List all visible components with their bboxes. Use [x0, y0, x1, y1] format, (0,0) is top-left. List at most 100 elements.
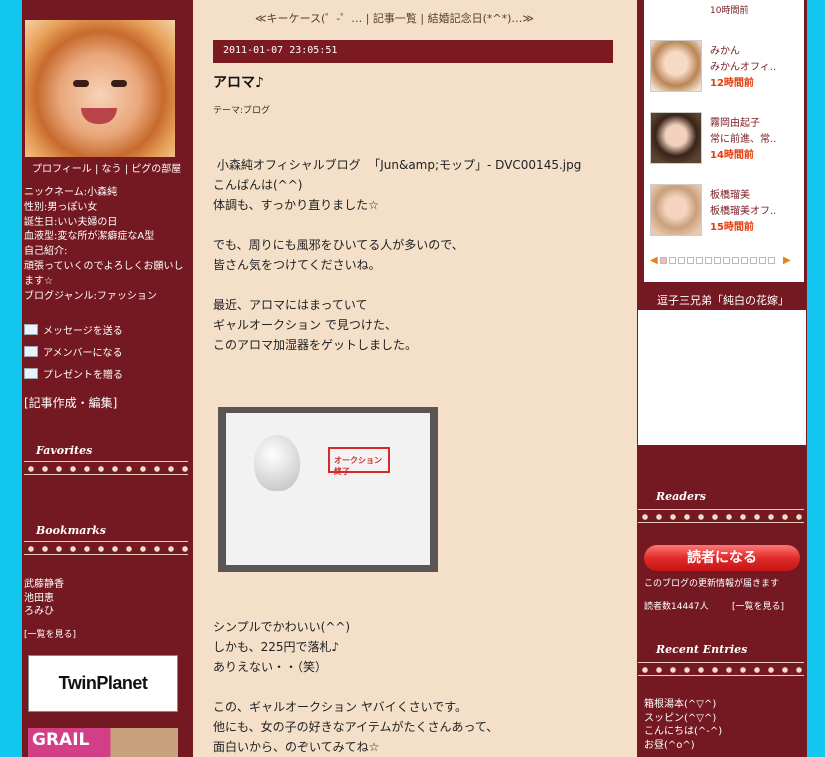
pager-dot[interactable] — [732, 256, 739, 264]
friends-pager: ◀ ▶ — [650, 253, 800, 267]
become-member-label: アメンバーになる — [43, 347, 123, 359]
friend-text: 板橋瑠美オフ.. — [710, 206, 777, 217]
post-navigation[interactable]: ≪キーケース(゜-゜… | 記事一覧 | 結婚記念日(*^*)…≫ — [255, 10, 534, 26]
body-line: 他にも、女の子の好きなアイテムがたくさんあって、 — [213, 720, 499, 734]
body-line: この、ギャルオークション ヤバイくさいです。 — [213, 700, 468, 714]
profile-line: 自己紹介: — [24, 246, 68, 258]
avatar[interactable] — [25, 20, 175, 157]
body-line: こんばんは(^^) — [213, 178, 303, 192]
next-arrow-icon[interactable]: ▶ — [783, 255, 793, 266]
post-datetime: 2011-01-07 23:05:51 — [213, 40, 613, 63]
gift-icon — [24, 367, 38, 379]
body-line: このアロマ加湿器をゲットしました。 — [213, 338, 418, 352]
grail-banner[interactable]: GRAIL — [28, 728, 178, 757]
left-sidebar: プロフィール | なう | ピグの部屋 ニックネーム:小森純 性別:男っぽい女 … — [22, 0, 192, 757]
pager-dot[interactable] — [750, 256, 757, 264]
bookmark-link[interactable]: 武藤静香 — [24, 578, 64, 592]
friend-time: 15時間前 — [710, 222, 754, 233]
friend-entry[interactable]: 霧岡由起子 常に前進、常.. 14時間前 — [650, 112, 800, 168]
right-sidebar: 10時間前 みかん みかんオフィ.. 12時間前 霧岡由起子 常に前進、常.. … — [638, 0, 806, 757]
post-photo[interactable]: オークション終了 — [218, 407, 438, 572]
bookmarks-title: Bookmarks — [36, 524, 106, 537]
friend-text: みかんオフィ.. — [710, 62, 777, 73]
readers-count: 読者数14447人 — [644, 602, 709, 612]
pager-dot[interactable] — [768, 256, 775, 264]
auction-ended-label: オークション終了 — [328, 447, 390, 476]
profile-line: 誕生日:いい夫婦の日 — [24, 216, 118, 228]
body-line: 面白いから、のぞいてみてね☆ — [213, 740, 380, 754]
become-member-link[interactable]: アメンバーになる — [24, 340, 184, 362]
recent-entry-link[interactable]: こんにちは(^-^) — [644, 725, 722, 739]
body-line: ありえない・・（笑） — [213, 660, 328, 674]
pager-dot[interactable] — [669, 256, 676, 264]
frame-border — [807, 0, 825, 757]
become-reader-button[interactable]: 読者になる — [644, 545, 800, 571]
friend-avatar — [650, 184, 702, 236]
avatar-eye — [111, 80, 127, 87]
friends-panel: 10時間前 みかん みかんオフィ.. 12時間前 霧岡由起子 常に前進、常.. … — [644, 0, 804, 282]
profile-nav[interactable]: プロフィール | なう | ピグの部屋 — [32, 160, 181, 175]
profile-info: ニックネーム:小森純 性別:男っぽい女 誕生日:いい夫婦の日 血液型:変な所が潔… — [24, 186, 184, 304]
body-line: 体調も、すっかり直りました☆ — [213, 198, 379, 212]
friend-text: 常に前進、常.. — [710, 134, 777, 145]
bookmarks-list: 武藤静香 池田恵 ろみひ — [24, 578, 64, 619]
profile-line: 性別:男っぽい女 — [24, 201, 98, 213]
avatar-mouth — [81, 108, 117, 124]
friend-time: 14時間前 — [710, 150, 754, 161]
grail-logo: GRAIL — [32, 730, 90, 750]
body-line: 小森純オフィシャルブログ 「Jun&amp;モップ」- DVC00145.jpg — [213, 158, 582, 172]
recent-entry-link[interactable]: 箱根湯本(^▽^) — [644, 698, 722, 712]
post-body: 小森純オフィシャルブログ 「Jun&amp;モップ」- DVC00145.jpg… — [213, 155, 623, 355]
friend-name: 霧岡由起子 — [710, 118, 760, 129]
friend-entry[interactable]: 板橋瑠美 板橋瑠美オフ.. 15時間前 — [650, 184, 800, 240]
edit-post-link[interactable]: [記事作成・編集] — [24, 394, 117, 411]
pager-dot[interactable] — [714, 256, 721, 264]
entry-time: 10時間前 — [710, 6, 749, 16]
recent-entries-title: Recent Entries — [656, 643, 748, 656]
body-line: でも、周りにも風邪をひいてる人が多いので、 — [213, 238, 464, 252]
post-body-continued: シンプルでかわいい(^^) しかも、225円で落札♪ ありえない・・（笑） この… — [213, 617, 623, 757]
prev-arrow-icon[interactable]: ◀ — [650, 255, 660, 266]
video-title[interactable]: 逗子三兄弟「純白の花嫁」 — [640, 292, 806, 308]
post-title[interactable]: アロマ♪ — [213, 72, 264, 92]
bookmarks-more-link[interactable]: [一覧を見る] — [24, 627, 76, 640]
pager-dot[interactable] — [741, 256, 748, 264]
friend-entry[interactable]: みかん みかんオフィ.. 12時間前 — [650, 40, 800, 96]
pager-dot[interactable] — [678, 256, 685, 264]
humidifier-image — [254, 435, 300, 491]
profile-line: 血液型:変な所が潔癖症なA型 — [24, 231, 155, 243]
send-gift-label: プレゼントを贈る — [43, 369, 123, 381]
bookmark-link[interactable]: 池田恵 — [24, 592, 64, 606]
twinplanet-banner[interactable]: TwinPlanet — [28, 655, 178, 712]
member-icon — [24, 345, 38, 357]
main-column: ≪キーケース(゜-゜… | 記事一覧 | 結婚記念日(*^*)…≫ 2011-0… — [193, 0, 637, 757]
ornament-divider — [638, 662, 804, 676]
bookmark-link[interactable]: ろみひ — [24, 605, 64, 619]
friend-avatar — [650, 40, 702, 92]
pager-dot[interactable] — [687, 256, 694, 264]
photo-screen: オークション終了 — [226, 413, 430, 565]
post-theme[interactable]: テーマ:ブログ — [213, 103, 270, 116]
send-gift-link[interactable]: プレゼントを贈る — [24, 362, 184, 384]
readers-description: このブログの更新情報が届きます — [644, 579, 780, 589]
pager-dot[interactable] — [759, 256, 766, 264]
pager-dot[interactable] — [660, 256, 667, 264]
body-line: シンプルでかわいい(^^) — [213, 620, 351, 634]
readers-more-link[interactable]: [一覧を見る] — [732, 599, 784, 612]
recent-entries-list: 箱根湯本(^▽^) スッピン(^▽^) こんにちは(^-^) お昼(^o^) — [644, 698, 722, 752]
ornament-divider — [638, 509, 804, 523]
favorites-title: Favorites — [36, 444, 93, 457]
recent-entry-link[interactable]: お昼(^o^) — [644, 739, 722, 753]
pager-dot[interactable] — [723, 256, 730, 264]
pager-dot[interactable] — [705, 256, 712, 264]
recent-entry-link[interactable]: スッピン(^▽^) — [644, 712, 722, 726]
video-player[interactable] — [638, 310, 806, 445]
send-message-label: メッセージを送る — [43, 325, 123, 337]
send-message-link[interactable]: メッセージを送る — [24, 318, 184, 340]
profile-line: 頑張っていくのでよろしくお願いします☆ — [24, 260, 184, 287]
profile-line: ニックネーム:小森純 — [24, 187, 118, 198]
pager-dot[interactable] — [696, 256, 703, 264]
friend-time: 12時間前 — [710, 78, 754, 89]
friend-name: みかん — [710, 46, 740, 57]
envelope-icon — [24, 323, 38, 335]
